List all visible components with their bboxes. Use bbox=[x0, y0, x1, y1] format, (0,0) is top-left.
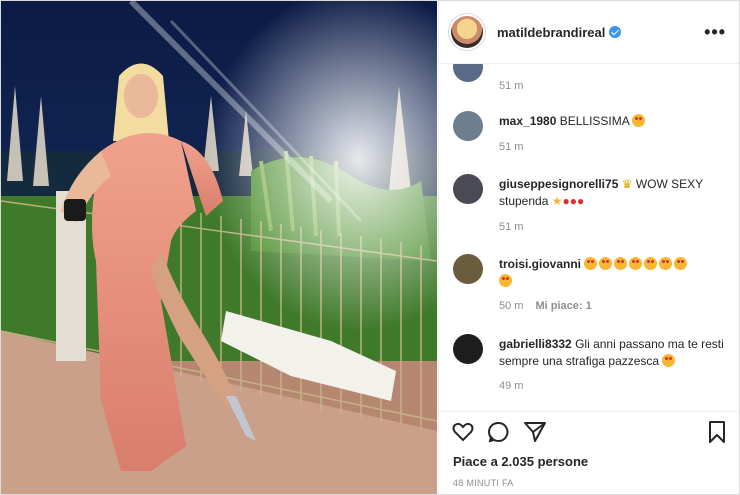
comment-meta: 51 m bbox=[499, 141, 523, 153]
comment-text: troisi.giovanni bbox=[499, 256, 731, 290]
post-photo[interactable] bbox=[1, 1, 437, 494]
comment-time[interactable]: 51 m bbox=[499, 80, 523, 92]
heart-eyes-emoji-icon bbox=[674, 257, 688, 270]
commenter-avatar[interactable] bbox=[453, 111, 483, 141]
more-options-button[interactable]: ••• bbox=[704, 23, 726, 41]
comment-meta: 51 m bbox=[499, 80, 523, 92]
comment-time[interactable]: 49 m bbox=[499, 380, 523, 392]
crown-emoji-icon: ♛ bbox=[621, 177, 633, 191]
post-actions: Piace a 2.035 persone 48 MINUTI FA bbox=[439, 411, 739, 494]
commenter-username[interactable]: troisi.giovanni bbox=[499, 257, 581, 271]
heart-icon[interactable] bbox=[451, 420, 475, 444]
heart-eyes-emoji-icon bbox=[662, 354, 676, 367]
comment-time[interactable]: 51 m bbox=[499, 141, 523, 153]
heart-eyes-emoji-icon bbox=[599, 257, 613, 270]
bookmark-icon[interactable] bbox=[705, 420, 729, 444]
comments-list[interactable]: 51 m max_1980 BELLISSIMA 51 m giuseppesi… bbox=[439, 64, 739, 410]
share-icon[interactable] bbox=[523, 420, 547, 444]
comment-text: giuseppesignorelli75 ♛ WOW SEXY stupenda… bbox=[499, 177, 703, 208]
heart-eyes-emoji-icon bbox=[629, 257, 643, 270]
comment-time[interactable]: 51 m bbox=[499, 221, 523, 233]
author-avatar[interactable] bbox=[451, 16, 483, 48]
commenter-avatar[interactable] bbox=[453, 254, 483, 284]
comment-text: gabrielli8332 Gli anni passano ma te res… bbox=[499, 337, 724, 368]
comment-meta: 51 m bbox=[499, 221, 523, 233]
comment-text: max_1980 BELLISSIMA bbox=[499, 113, 731, 130]
post-header: matildebrandireal ••• bbox=[439, 1, 739, 64]
post-timestamp[interactable]: 48 MINUTI FA bbox=[453, 478, 514, 488]
comment-likes[interactable]: Mi piace: 1 bbox=[535, 300, 591, 312]
commenter-avatar[interactable] bbox=[453, 174, 483, 204]
heart-eyes-emoji-icon bbox=[659, 257, 673, 270]
comment-time[interactable]: 50 m bbox=[499, 300, 523, 312]
verified-badge-icon bbox=[609, 25, 622, 38]
post-photo-art bbox=[1, 1, 437, 494]
post-side-panel: matildebrandireal ••• 51 m max_1980 BELL… bbox=[438, 1, 739, 494]
action-icons bbox=[451, 420, 731, 448]
heart-eyes-emoji-icon bbox=[632, 114, 646, 127]
commenter-username[interactable]: giuseppesignorelli75 bbox=[499, 177, 618, 191]
heart-eyes-emoji-icon bbox=[614, 257, 628, 270]
commenter-username[interactable]: gabrielli8332 bbox=[499, 337, 572, 351]
star-emoji-icon: ★ bbox=[551, 194, 563, 208]
commenter-avatar[interactable] bbox=[453, 334, 483, 364]
instagram-post: matildebrandireal ••• 51 m max_1980 BELL… bbox=[0, 0, 740, 495]
comment-meta: 50 m Mi piace: 1 bbox=[499, 300, 592, 312]
emoji-icons: ●●● bbox=[562, 194, 585, 208]
comment-icon[interactable] bbox=[487, 420, 511, 444]
author-username[interactable]: matildebrandireal bbox=[497, 25, 622, 40]
comment-meta: 49 m bbox=[499, 380, 523, 392]
commenter-username[interactable]: max_1980 bbox=[499, 114, 556, 128]
heart-eyes-emoji-icon bbox=[644, 257, 658, 270]
heart-eyes-emoji-icon bbox=[499, 274, 512, 287]
heart-eyes-emoji-icon bbox=[584, 257, 598, 270]
likes-count[interactable]: Piace a 2.035 persone bbox=[453, 454, 588, 469]
commenter-avatar[interactable] bbox=[453, 64, 483, 82]
